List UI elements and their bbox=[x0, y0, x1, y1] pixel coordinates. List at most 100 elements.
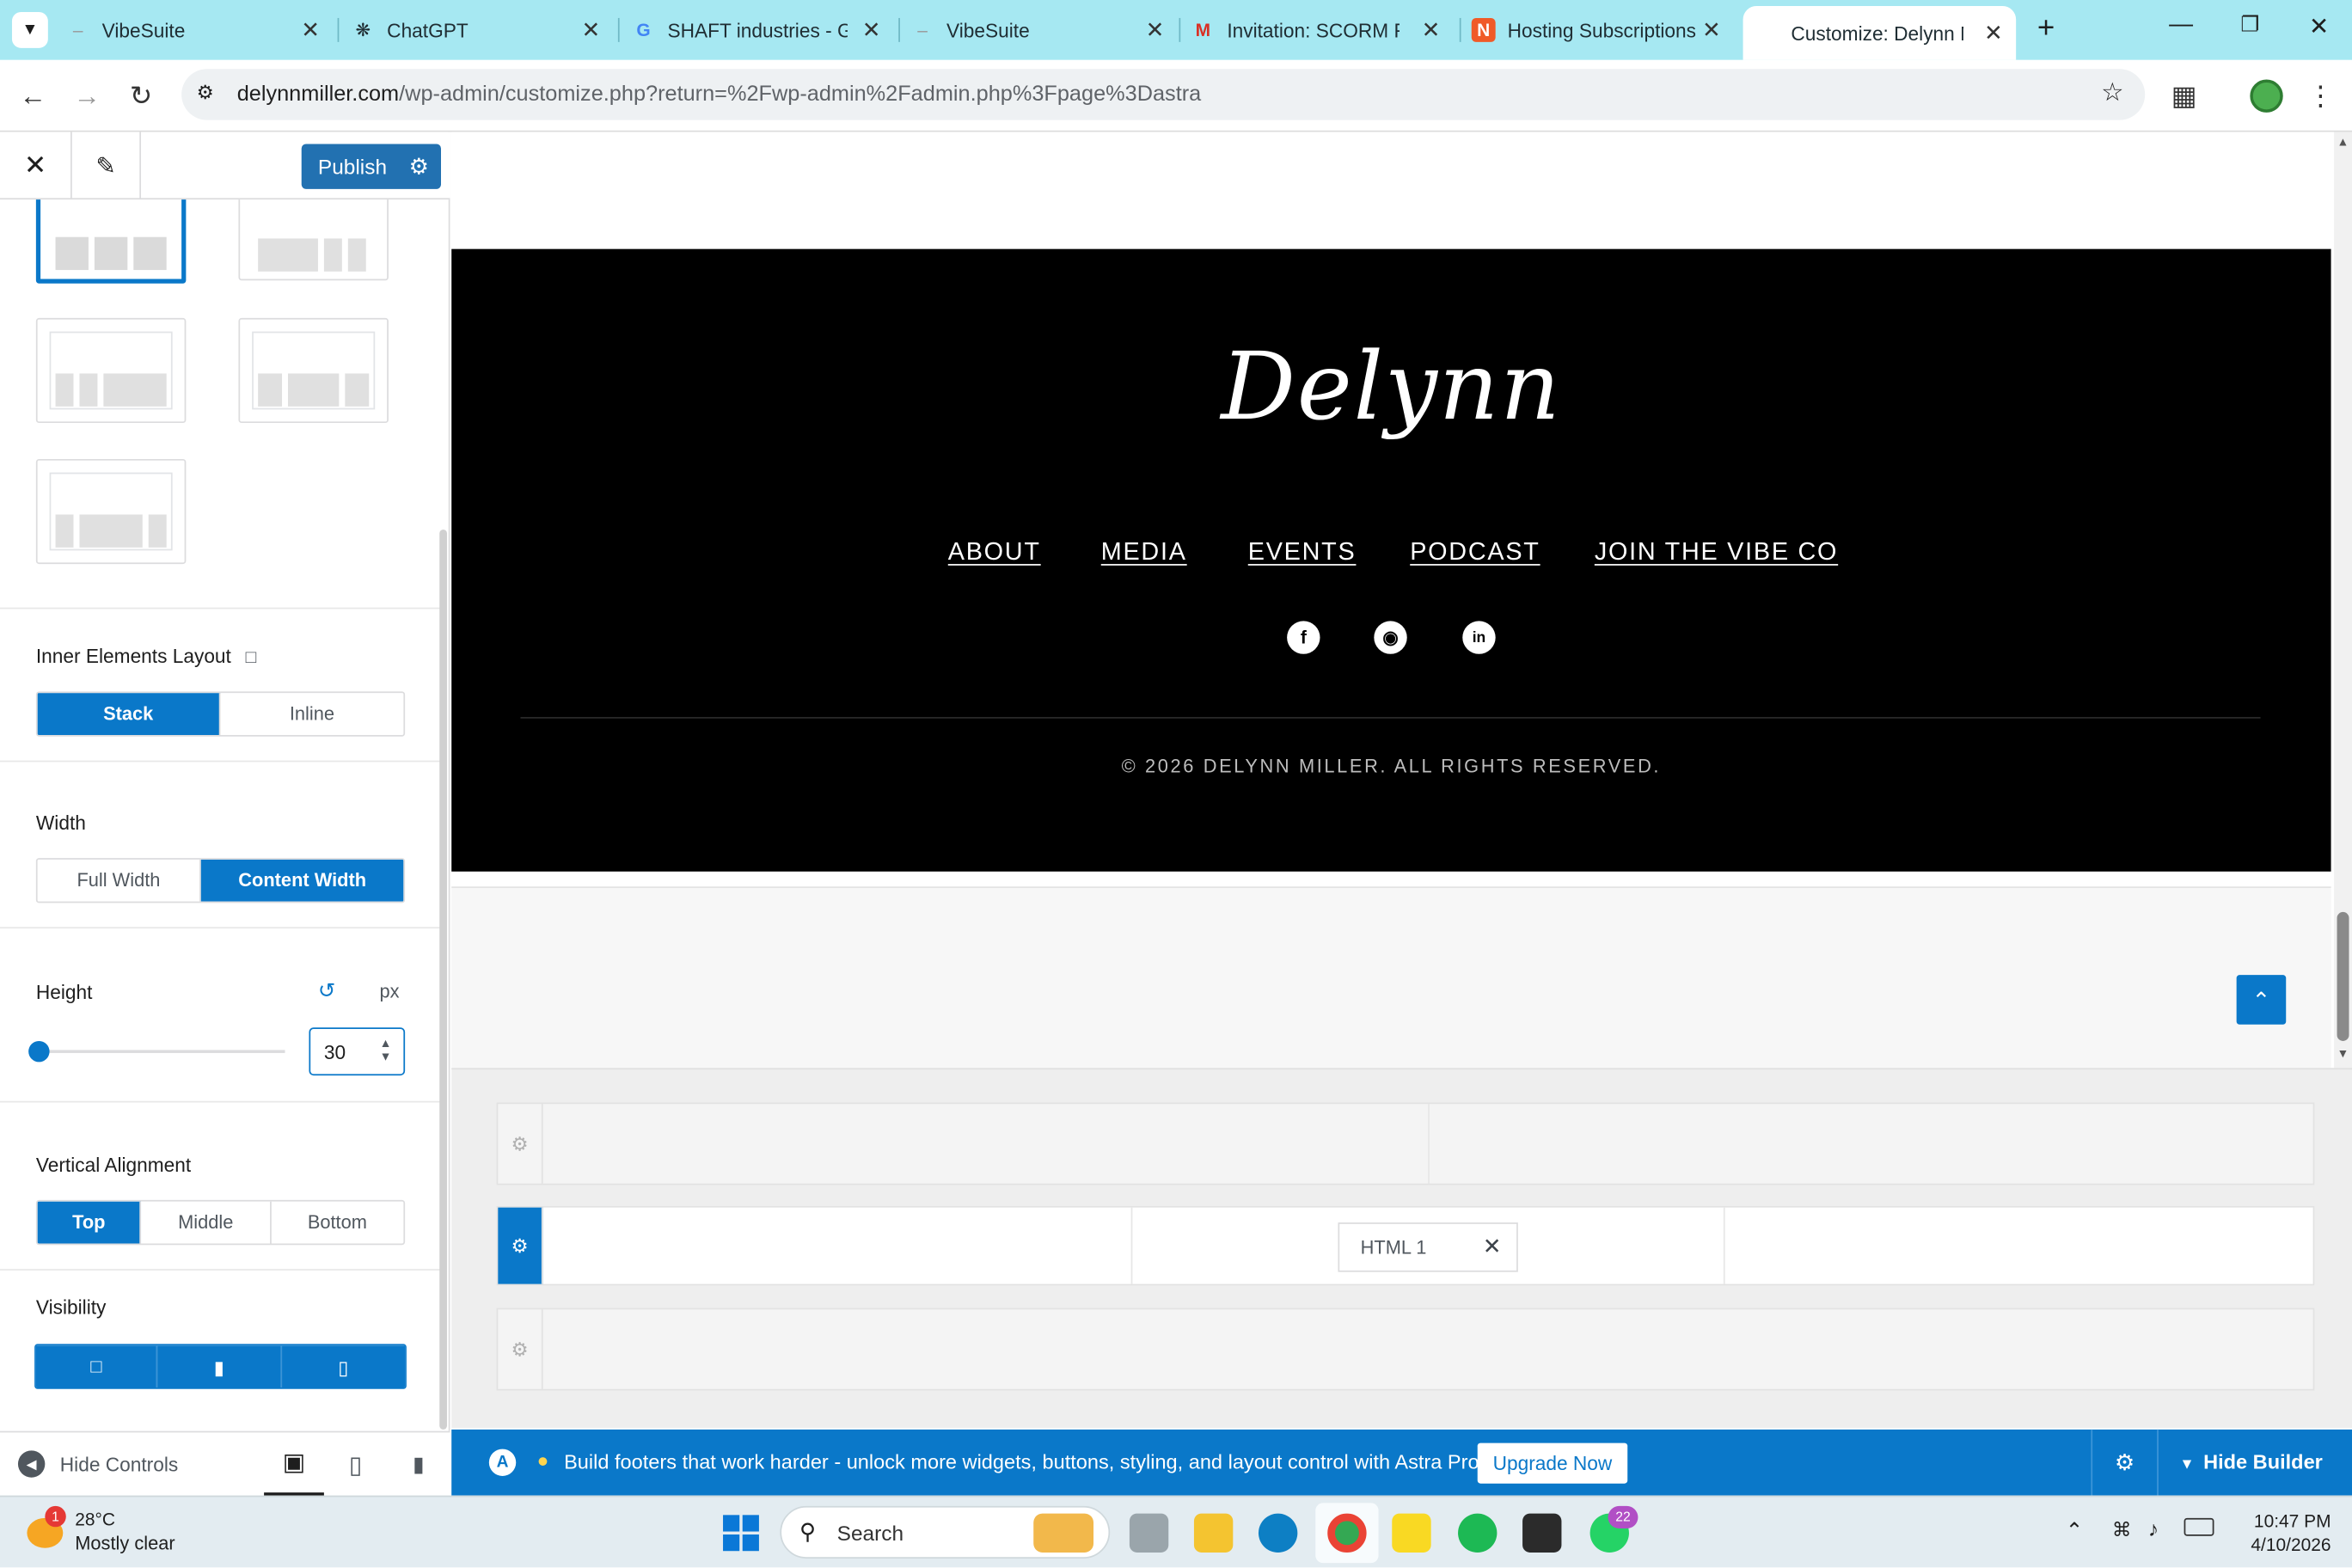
reload-button[interactable]: ↻ bbox=[120, 75, 162, 117]
terminal-icon[interactable] bbox=[1522, 1513, 1562, 1553]
tab-chatgpt[interactable]: ❋ ChatGPT ✕ bbox=[351, 9, 613, 51]
layout-option[interactable] bbox=[238, 317, 389, 424]
html-widget[interactable]: HTML 1 ✕ bbox=[1338, 1222, 1518, 1272]
layout-option[interactable] bbox=[35, 317, 187, 424]
nav-join-the-vibe-co[interactable]: JOIN THE VIBE CO bbox=[1595, 538, 1838, 567]
preview-mobile-button[interactable]: ▮ bbox=[396, 1432, 441, 1497]
menu-kebab-icon[interactable]: ⋮ bbox=[2300, 75, 2342, 117]
tab-shaft-industries[interactable]: G SHAFT industries - Go ✕ bbox=[632, 9, 894, 51]
site-logo[interactable]: Delynn bbox=[451, 332, 2331, 441]
visibility-desktop-icon[interactable]: □ bbox=[35, 1345, 158, 1388]
layout-option[interactable] bbox=[35, 458, 187, 565]
task-view-icon[interactable] bbox=[1129, 1513, 1169, 1553]
slider-handle[interactable] bbox=[28, 1040, 50, 1063]
close-icon[interactable]: ✕ bbox=[1142, 16, 1168, 44]
browser-toolbar: ← → ↻ ⚙ delynnmiller.com/wp-admin/custom… bbox=[0, 59, 2352, 132]
row-settings-gear-icon[interactable]: ⚙ bbox=[498, 1207, 543, 1284]
height-input[interactable]: 30 ▲ ▼ bbox=[309, 1027, 406, 1076]
url-path: /wp-admin/customize.php?return=%2Fwp-adm… bbox=[399, 82, 1202, 107]
facebook-icon[interactable]: f bbox=[1287, 621, 1320, 654]
publish-button[interactable]: Publish ⚙ bbox=[301, 144, 442, 189]
taskbar-search-box[interactable]: ⚲ Search bbox=[780, 1505, 1111, 1559]
tab-hosting-subscriptions[interactable]: N Hosting Subscriptions ✕ bbox=[1471, 9, 1734, 51]
builder-row-below[interactable]: ⚙ bbox=[496, 1308, 2315, 1391]
preview-tablet-button[interactable]: ▯ bbox=[333, 1432, 377, 1497]
bookmark-star-icon[interactable]: ☆ bbox=[2101, 78, 2124, 108]
gear-icon[interactable]: ⚙ bbox=[409, 153, 429, 181]
hide-controls-button[interactable]: ◀ Hide Controls bbox=[17, 1450, 178, 1478]
sticky-notes-icon[interactable] bbox=[1392, 1513, 1431, 1553]
chrome-icon[interactable] bbox=[1327, 1513, 1367, 1553]
nav-about[interactable]: ABOUT bbox=[948, 538, 1041, 567]
builder-settings-button[interactable]: ⚙ bbox=[2091, 1429, 2159, 1496]
remove-widget-icon[interactable]: ✕ bbox=[1483, 1233, 1502, 1260]
close-window-button[interactable]: ✕ bbox=[2298, 12, 2340, 48]
volume-icon[interactable]: ♪ bbox=[2148, 1516, 2159, 1540]
row-settings-gear-icon[interactable]: ⚙ bbox=[498, 1104, 543, 1184]
close-icon[interactable]: ✕ bbox=[578, 16, 604, 44]
scrollbar-thumb[interactable] bbox=[2337, 911, 2349, 1041]
restore-button[interactable]: ❐ bbox=[2229, 12, 2271, 48]
close-icon[interactable]: ✕ bbox=[297, 16, 323, 44]
file-explorer-icon[interactable] bbox=[1193, 1513, 1234, 1553]
layout-option-selected[interactable] bbox=[35, 192, 187, 284]
scroll-to-top-button[interactable]: ⌃ bbox=[2236, 975, 2287, 1025]
nav-media[interactable]: MEDIA bbox=[1101, 538, 1187, 567]
clock[interactable]: 10:47 PM 4/10/2026 bbox=[2235, 1509, 2331, 1557]
layout-option[interactable] bbox=[238, 192, 389, 281]
tab-vibesuite-1[interactable]: – VibeSuite ✕ bbox=[66, 9, 334, 51]
builder-row-above[interactable]: ⚙ bbox=[496, 1102, 2315, 1185]
tab-vibesuite-2[interactable]: – VibeSuite ✕ bbox=[910, 9, 1178, 51]
middle-option[interactable]: Middle bbox=[142, 1201, 272, 1244]
vertical-alignment-label: Vertical Alignment bbox=[35, 1153, 192, 1177]
content-width-option[interactable]: Content Width bbox=[201, 859, 404, 902]
close-icon[interactable]: ✕ bbox=[1418, 16, 1444, 44]
bottom-option[interactable]: Bottom bbox=[271, 1202, 403, 1244]
full-width-option[interactable]: Full Width bbox=[38, 859, 202, 902]
start-button[interactable] bbox=[723, 1515, 759, 1552]
close-icon[interactable]: ✕ bbox=[1980, 20, 2006, 46]
stack-option[interactable]: Stack bbox=[37, 693, 221, 736]
profile-avatar[interactable] bbox=[2250, 79, 2283, 113]
nav-podcast[interactable]: PODCAST bbox=[1410, 538, 1540, 567]
weather-widget[interactable]: 1 28°C Mostly clear bbox=[21, 1505, 230, 1560]
forward-button[interactable]: → bbox=[66, 75, 108, 117]
visibility-tablet-icon[interactable]: ▮ bbox=[157, 1345, 282, 1388]
tab-search-button[interactable]: ▼ bbox=[11, 11, 48, 48]
tab-gmail-invitation[interactable]: M Invitation: SCORM Re ✕ bbox=[1191, 9, 1453, 51]
preview-desktop-button[interactable]: ▣ bbox=[264, 1432, 324, 1498]
linkedin-icon[interactable]: in bbox=[1462, 621, 1496, 654]
site-info-icon[interactable]: ⚙ bbox=[197, 81, 214, 105]
instagram-icon[interactable]: ◉ bbox=[1374, 621, 1407, 654]
spotify-icon[interactable] bbox=[1458, 1513, 1498, 1553]
back-button[interactable]: ← bbox=[12, 75, 54, 117]
brush-button[interactable]: ✎ bbox=[72, 132, 142, 200]
height-slider[interactable] bbox=[28, 1040, 285, 1063]
extensions-icon[interactable]: ▦ bbox=[2163, 75, 2205, 117]
edge-icon[interactable] bbox=[1258, 1513, 1298, 1553]
spinner-icon[interactable]: ▲ ▼ bbox=[380, 1037, 392, 1063]
scroll-down-arrow-icon[interactable]: ▼ bbox=[2337, 1047, 2349, 1061]
scroll-up-arrow-icon[interactable]: ▲ bbox=[2337, 135, 2349, 149]
preview-scrollbar[interactable]: ▲ ▼ bbox=[2334, 132, 2352, 1069]
panel-scrollbar[interactable] bbox=[439, 529, 447, 1430]
row-settings-gear-icon[interactable]: ⚙ bbox=[498, 1309, 543, 1389]
wifi-icon[interactable]: ⌘ bbox=[2112, 1518, 2132, 1542]
visibility-mobile-icon[interactable]: ▯ bbox=[281, 1345, 406, 1388]
new-tab-button[interactable]: + bbox=[2028, 12, 2064, 48]
upgrade-now-button[interactable]: Upgrade Now bbox=[1477, 1442, 1628, 1484]
tab-customize-delynn[interactable]: Customize: Delynn M ✕ bbox=[1743, 5, 2017, 60]
minimize-button[interactable]: — bbox=[2160, 12, 2202, 48]
close-icon[interactable]: ✕ bbox=[1698, 16, 1724, 44]
inline-option[interactable]: Inline bbox=[221, 693, 404, 735]
top-option[interactable]: Top bbox=[37, 1201, 142, 1244]
battery-icon[interactable] bbox=[2184, 1517, 2214, 1536]
chevron-up-icon[interactable]: ⌃ bbox=[2066, 1518, 2083, 1544]
hide-builder-button[interactable]: ▼ Hide Builder bbox=[2179, 1450, 2323, 1473]
nav-events[interactable]: EVENTS bbox=[1248, 538, 1357, 567]
builder-row-primary[interactable]: ⚙ HTML 1 ✕ bbox=[496, 1205, 2315, 1286]
reset-icon[interactable]: ↺ bbox=[318, 978, 335, 1004]
close-icon[interactable]: ✕ bbox=[858, 16, 885, 44]
address-bar[interactable]: ⚙ delynnmiller.com/wp-admin/customize.ph… bbox=[181, 69, 2146, 120]
close-customizer-button[interactable]: ✕ bbox=[0, 132, 72, 200]
